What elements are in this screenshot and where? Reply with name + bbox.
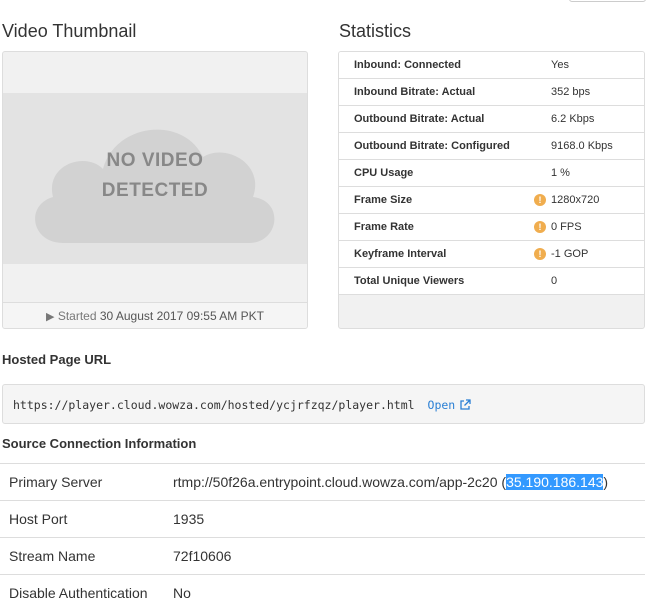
stat-row-keyframe-interval: Keyframe Interval ! -1 GOP: [339, 241, 644, 268]
stat-row-inbound-connected: Inbound: Connected Yes: [339, 52, 644, 79]
stat-row-frame-size: Frame Size ! 1280x720: [339, 187, 644, 214]
table-row: Host Port 1935: [0, 500, 645, 538]
stat-label: Total Unique Viewers: [354, 275, 465, 287]
stream-name-label: Stream Name: [0, 537, 173, 575]
stat-row-frame-rate: Frame Rate ! 0 FPS: [339, 214, 644, 241]
stat-row-cpu-usage: CPU Usage 1 %: [339, 160, 644, 187]
stat-label: CPU Usage: [354, 167, 414, 179]
no-video-placeholder: NO VIDEO DETECTED: [3, 93, 307, 264]
started-datetime: 30 August 2017 09:55 AM PKT: [99, 309, 264, 323]
thumbnail-footer: ▶ Started 30 August 2017 09:55 AM PKT: [3, 302, 307, 328]
stat-value: 6.2 Kbps: [551, 113, 595, 125]
external-link-icon[interactable]: [459, 399, 471, 411]
no-video-text-line1: NO VIDEO: [106, 150, 204, 171]
source-connection-table: Primary Server rtmp://50f26a.entrypoint.…: [0, 463, 645, 612]
stat-value: Yes: [551, 59, 569, 71]
warning-icon: !: [534, 194, 546, 206]
stat-value: 1 %: [551, 167, 570, 179]
stat-row-total-unique-viewers: Total Unique Viewers 0: [339, 268, 644, 295]
stat-value: 352 bps: [551, 86, 591, 98]
disable-authentication-label: Disable Authentication: [0, 574, 173, 612]
stat-row-outbound-bitrate-actual: Outbound Bitrate: Actual 6.2 Kbps: [339, 106, 644, 133]
play-icon: ▶: [46, 311, 55, 323]
top-right-button-edge[interactable]: [569, 0, 646, 2]
ip-open-paren: (: [497, 474, 507, 490]
open-link-label[interactable]: Open: [428, 398, 456, 412]
video-thumbnail-panel: NO VIDEO DETECTED ▶ Started 30 August 20…: [2, 51, 308, 329]
table-row: Disable Authentication No: [0, 574, 645, 612]
stat-label: Outbound Bitrate: Actual: [354, 113, 485, 125]
warning-icon: !: [534, 221, 546, 233]
stat-value: 1280x720: [551, 194, 600, 206]
stat-value: 9168.0 Kbps: [551, 140, 613, 152]
statistics-panel: Inbound: Connected Yes Inbound Bitrate: …: [338, 51, 645, 329]
stat-label: Frame Rate: [354, 221, 414, 233]
table-row: Stream Name 72f10606: [0, 537, 645, 575]
stream-name-value[interactable]: 72f10606: [173, 537, 645, 575]
hosted-page-url-box: https://player.cloud.wowza.com/hosted/yc…: [2, 384, 645, 424]
primary-server-label: Primary Server: [0, 463, 173, 501]
stat-row-inbound-bitrate: Inbound Bitrate: Actual 352 bps: [339, 79, 644, 106]
ip-close-paren: ): [603, 474, 609, 490]
started-label: Started: [57, 309, 97, 323]
video-thumbnail-title: Video Thumbnail: [2, 21, 137, 41]
disable-authentication-value: No: [173, 574, 645, 612]
no-video-text-line2: DETECTED: [101, 180, 209, 201]
host-port-value[interactable]: 1935: [173, 500, 645, 538]
stat-label: Inbound Bitrate: Actual: [354, 86, 476, 98]
warning-icon: !: [534, 248, 546, 260]
cloud-icon: [35, 129, 275, 243]
source-connection-heading: Source Connection Information: [2, 436, 197, 451]
statistics-title: Statistics: [339, 21, 412, 41]
open-link[interactable]: Open: [428, 398, 472, 412]
hosted-page-url-heading: Hosted Page URL: [2, 352, 112, 367]
stat-row-outbound-bitrate-configured: Outbound Bitrate: Configured 9168.0 Kbps: [339, 133, 644, 160]
stat-label: Outbound Bitrate: Configured: [354, 140, 510, 152]
primary-server-ip-selected[interactable]: 35.190.186.143: [506, 474, 604, 490]
stat-label: Keyframe Interval: [354, 248, 447, 260]
primary-server-value[interactable]: rtmp://50f26a.entrypoint.cloud.wowza.com…: [173, 463, 645, 501]
primary-server-url[interactable]: rtmp://50f26a.entrypoint.cloud.wowza.com…: [173, 474, 498, 490]
hosted-page-url[interactable]: https://player.cloud.wowza.com/hosted/yc…: [13, 398, 415, 412]
table-row: Primary Server rtmp://50f26a.entrypoint.…: [0, 463, 645, 501]
stat-value: -1 GOP: [551, 248, 589, 260]
stat-value: 0: [551, 275, 558, 287]
stat-label: Frame Size: [354, 194, 413, 206]
host-port-label: Host Port: [0, 500, 173, 538]
stat-label: Inbound: Connected: [354, 59, 461, 71]
stat-value: 0 FPS: [551, 221, 582, 233]
